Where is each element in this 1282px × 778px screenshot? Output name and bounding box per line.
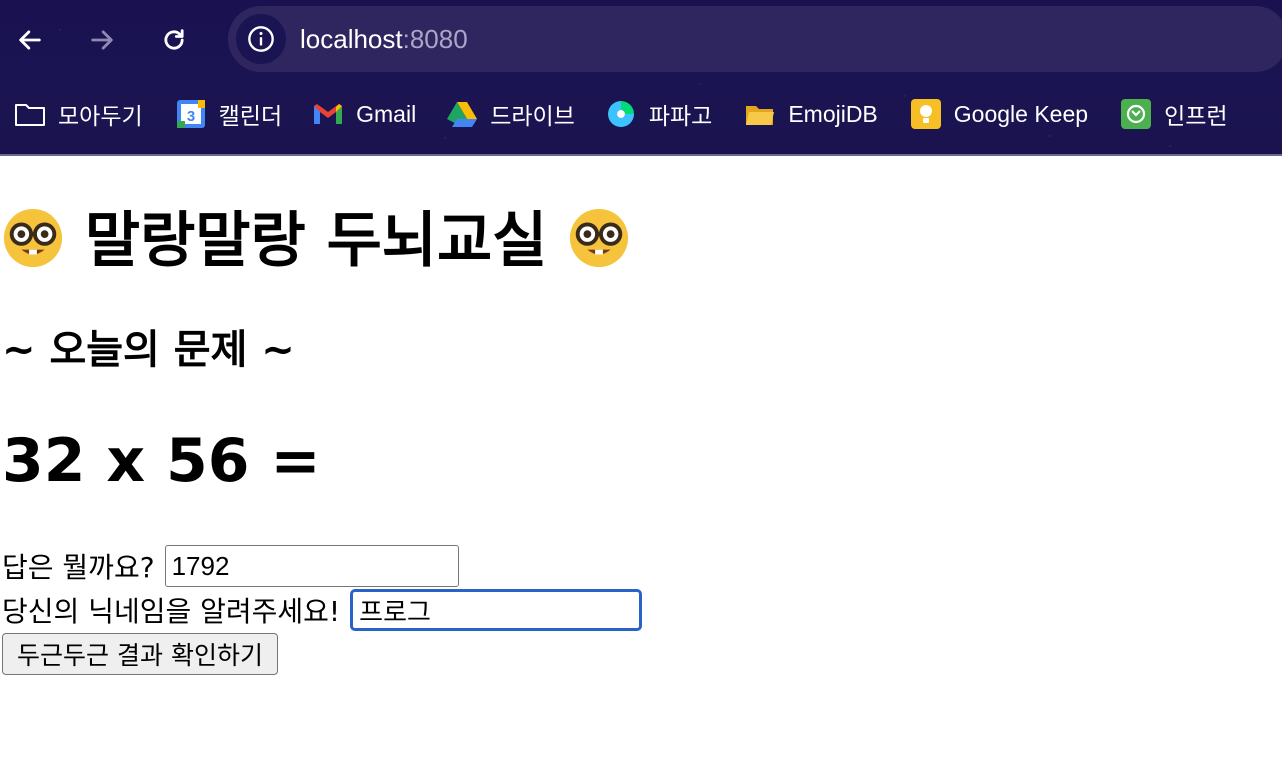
title-text: 말랑말랑 두뇌교실 [84, 206, 548, 276]
site-info-button[interactable] [236, 14, 286, 64]
bookmark-label: 모아두기 [58, 103, 143, 129]
reload-icon [164, 29, 184, 50]
answer-label: 답은 뭘까요? [2, 551, 155, 584]
svg-text:3: 3 [186, 108, 194, 125]
bookmark-inflearn[interactable]: 인프런 [1114, 92, 1233, 136]
nerd-face-icon [3, 208, 63, 268]
bookmark-label: 드라이브 [490, 103, 575, 129]
back-button[interactable] [12, 22, 48, 58]
bookmark-papago[interactable]: 파파고 [599, 92, 718, 136]
bookmark-google-keep[interactable]: Google Keep [904, 92, 1094, 136]
forward-button[interactable] [84, 22, 120, 58]
forward-arrow-icon [91, 30, 113, 50]
check-result-button[interactable]: 두근두근 결과 확인하기 [2, 633, 278, 675]
bookmark-label: Gmail [356, 100, 417, 127]
back-arrow-icon [19, 30, 41, 50]
url-port: :8080 [402, 24, 468, 54]
papago-icon [605, 98, 637, 130]
problem-text: 32 x 56 = [2, 426, 321, 496]
bookmark-gmail[interactable]: Gmail [306, 92, 422, 136]
page-subtitle: ~ 오늘의 문제 ~ [2, 327, 295, 373]
answer-input[interactable] [164, 545, 459, 587]
bookmark-drive[interactable]: 드라이브 [440, 92, 581, 136]
url-text: localhost:8080 [300, 24, 468, 54]
bookmark-label: EmojiDB [788, 100, 878, 127]
folder-icon [14, 98, 46, 130]
browser-chrome: localhost:8080 모아두기 3 캘린더 Gmail 드라이브 파파고… [0, 0, 1282, 156]
reload-button[interactable] [156, 22, 192, 58]
bookmark-label: 인프런 [1164, 103, 1228, 129]
nickname-row: 당신의 닉네임을 알려주세요! [2, 589, 643, 631]
address-bar[interactable]: localhost:8080 [228, 6, 1282, 72]
bookmark-calendar[interactable]: 3 캘린더 [169, 92, 288, 136]
google-calendar-icon: 3 [175, 98, 207, 130]
bookmark-label: Google Keep [953, 100, 1089, 127]
google-drive-icon [446, 98, 478, 130]
bookmark-moaduki[interactable]: 모아두기 [8, 92, 149, 136]
inflearn-icon [1120, 98, 1152, 130]
bookmark-label: 파파고 [648, 103, 713, 129]
folder-icon [744, 98, 776, 130]
google-keep-icon [910, 98, 942, 130]
nerd-face-icon [570, 208, 629, 268]
bookmarks-bar: 모아두기 3 캘린더 Gmail 드라이브 파파고 EmojiDB Google… [0, 88, 1282, 140]
page-title: 말랑말랑 두뇌교실 [2, 206, 630, 276]
page-content: 말랑말랑 두뇌교실 ~ 오늘의 문제 ~ 32 x 56 = 답은 뭘까요? 당… [0, 158, 1282, 778]
bookmark-label: 캘린더 [218, 103, 283, 129]
url-host: localhost [300, 24, 403, 54]
nickname-input[interactable] [350, 589, 643, 631]
gmail-icon [312, 98, 344, 130]
answer-row: 답은 뭘까요? [2, 545, 459, 587]
nickname-label: 당신의 닉네임을 알려주세요! [2, 595, 341, 628]
bookmark-emojidb[interactable]: EmojiDB [738, 92, 883, 136]
info-icon [248, 26, 274, 52]
